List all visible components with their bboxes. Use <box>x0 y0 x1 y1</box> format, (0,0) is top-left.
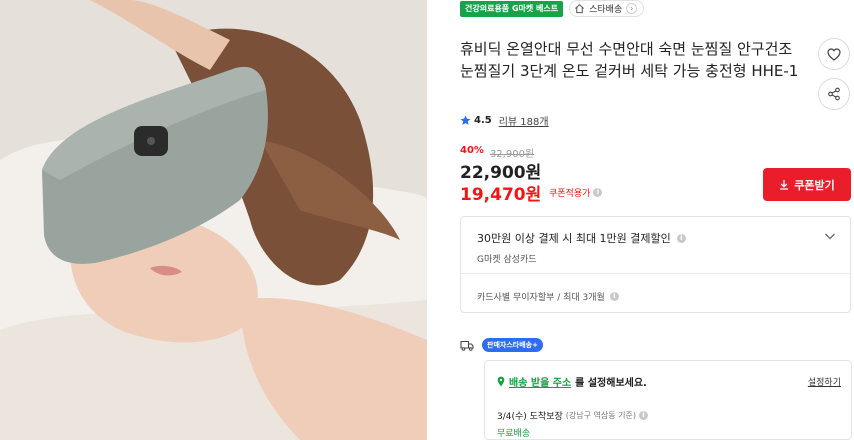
coupon-price-label[interactable]: 쿠폰적용가 i <box>549 186 603 199</box>
rating-score: 4.5 <box>474 115 492 126</box>
star-delivery-badge[interactable]: 스타배송 › <box>569 0 645 17</box>
chevron-right-icon: › <box>626 3 638 14</box>
product-title: 휴비딕 온열안대 무선 수면안대 숙면 눈찜질 안구건조 눈찜질기 3단계 온도… <box>460 40 799 80</box>
coupon-label-text: 쿠폰적용가 <box>549 189 591 199</box>
arrival-date: 3/4(수) 도착보장 <box>497 412 563 422</box>
info-icon[interactable]: i <box>593 188 603 197</box>
rating-summary: 4.5 리뷰 188개 <box>460 113 549 128</box>
location-pin-icon <box>497 376 505 387</box>
info-icon[interactable]: i <box>639 411 648 420</box>
address-prompt: 배송 받을 주소 를 설정해보세요. <box>497 374 647 389</box>
address-settings-link[interactable]: 설정하기 <box>808 375 841 388</box>
product-image[interactable] <box>0 0 427 440</box>
info-icon[interactable]: i <box>609 292 619 301</box>
address-link[interactable]: 배송 받을 주소 <box>509 374 571 389</box>
chevron-down-icon[interactable] <box>824 230 836 242</box>
seller-star-delivery-badge: 판매자스타배송+ <box>482 338 543 352</box>
divider <box>461 273 850 274</box>
heart-icon <box>827 47 841 61</box>
coupon-button-label: 쿠폰받기 <box>794 178 835 192</box>
card-offer-title-row: 30만원 이상 결제 시 최대 1만원 결제할인 i <box>477 230 686 246</box>
wishlist-button[interactable] <box>818 38 850 70</box>
download-icon <box>780 180 789 190</box>
share-icon <box>828 87 840 101</box>
delivery-header: 판매자스타배송+ <box>460 338 543 352</box>
star-icon <box>460 115 471 125</box>
address-prompt-text: 를 설정해보세요. <box>575 378 647 389</box>
truck-icon <box>460 340 474 351</box>
badge-row: 건강의료용품 G마켓 베스트 스타배송 › <box>460 0 645 17</box>
free-shipping-label: 무료배송 <box>497 429 531 439</box>
category-best-badge[interactable]: 건강의료용품 G마켓 베스트 <box>460 0 564 17</box>
coupon-price: 19,470원 <box>460 185 542 205</box>
arrival-guarantee: 3/4(수) 도착보장 (강남구 역삼동 기준) i <box>497 409 648 422</box>
card-offer-title: 30만원 이상 결제 시 최대 1만원 결제할인 <box>477 232 671 245</box>
installment-info: 카드사별 무이자할부 / 최대 3개월 i <box>477 290 619 303</box>
home-icon <box>575 3 585 14</box>
arrival-basis: (강남구 역삼동 기준) <box>565 411 636 420</box>
card-discount-box[interactable]: 30만원 이상 결제 시 최대 1만원 결제할인 i G마켓 삼성카드 카드사별… <box>460 216 851 313</box>
delivery-box: 배송 받을 주소 를 설정해보세요. 설정하기 3/4(수) 도착보장 (강남구… <box>484 360 852 440</box>
product-photo-illustration <box>0 0 427 440</box>
installment-text: 카드사별 무이자할부 / 최대 3개월 <box>477 293 605 303</box>
share-button[interactable] <box>818 78 850 110</box>
get-coupon-button[interactable]: 쿠폰받기 <box>763 168 851 201</box>
info-icon[interactable]: i <box>676 233 686 243</box>
card-name: G마켓 삼성카드 <box>477 255 537 265</box>
review-count-link[interactable]: 리뷰 188개 <box>499 113 549 128</box>
product-info-panel: 건강의료용품 G마켓 베스트 스타배송 › 휴비딕 온열안대 무선 수면안대 숙… <box>460 0 854 440</box>
seller-badge-label: 스타배송 <box>589 5 623 15</box>
